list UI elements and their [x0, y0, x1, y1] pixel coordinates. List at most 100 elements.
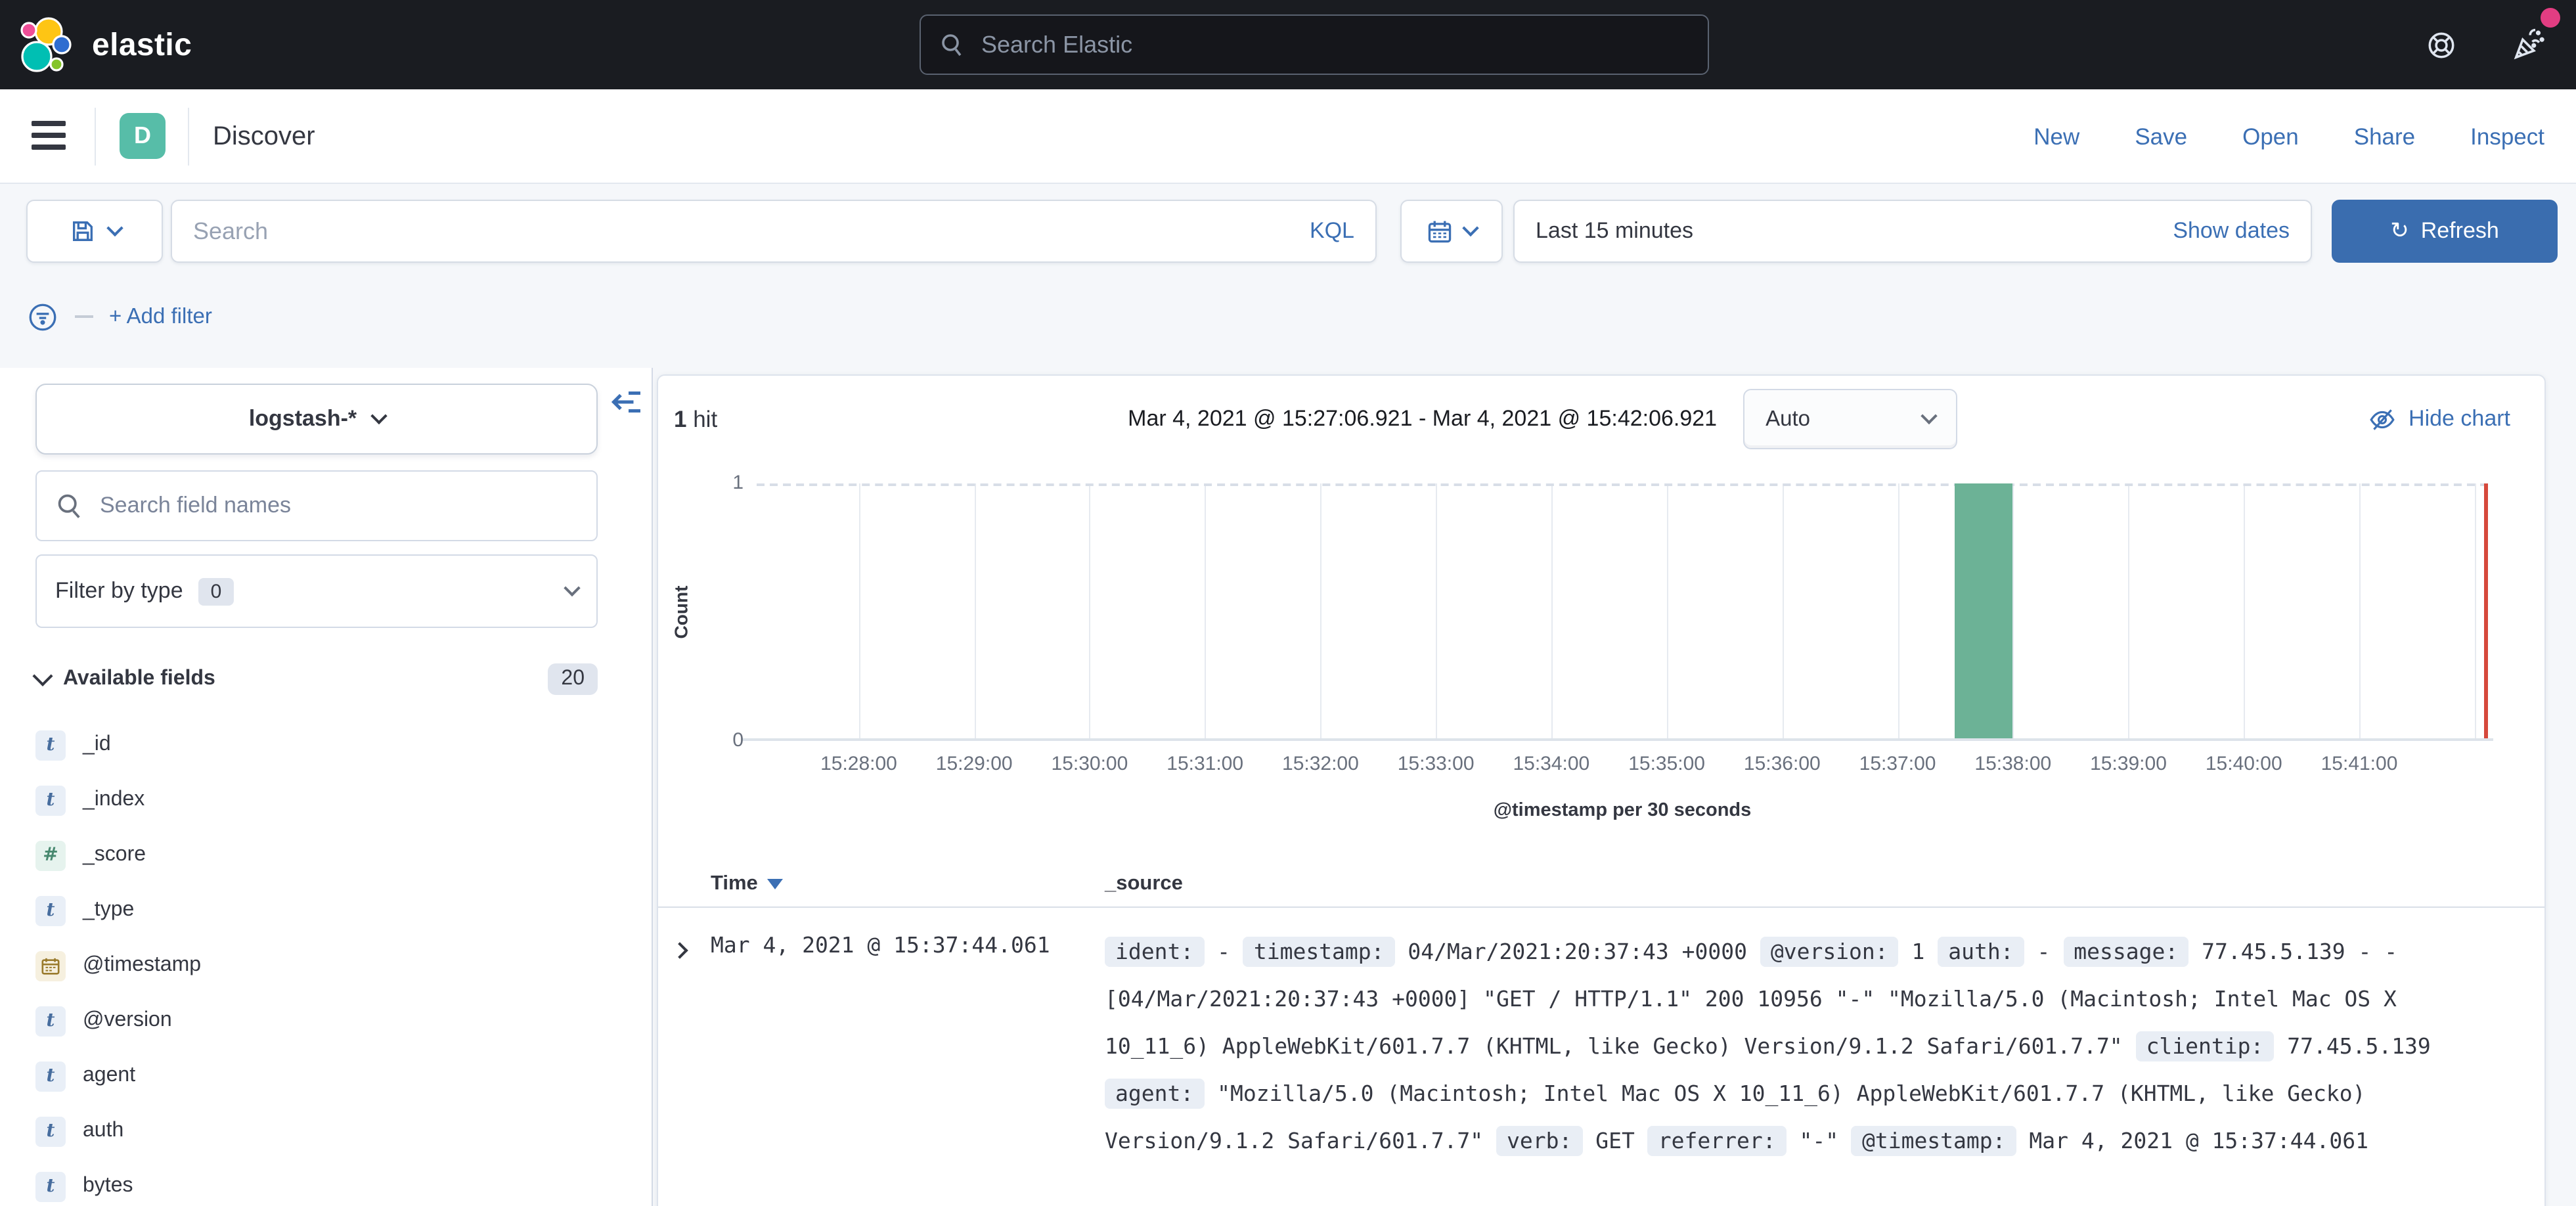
field-item-type[interactable]: t _type: [35, 883, 613, 938]
query-language-button[interactable]: KQL: [1310, 218, 1354, 244]
gridline: [2129, 483, 2130, 740]
current-time-marker: [2484, 483, 2488, 740]
help-icon[interactable]: [2425, 29, 2458, 62]
notification-dot: [2541, 8, 2560, 28]
field-item-auth[interactable]: t auth: [35, 1104, 613, 1159]
field-item-bytes[interactable]: t bytes: [35, 1159, 613, 1206]
query-input[interactable]: [193, 217, 1310, 245]
x-axis-tick: 15:32:00: [1282, 753, 1359, 775]
column-header-time[interactable]: Time: [711, 872, 1105, 895]
source-field-value: -: [2037, 939, 2051, 964]
saved-query-menu-button[interactable]: [26, 200, 163, 263]
sort-desc-icon: [767, 878, 783, 889]
x-axis-tick: 15:33:00: [1398, 753, 1475, 775]
nav-open-button[interactable]: Open: [2242, 123, 2299, 150]
menu-icon[interactable]: [32, 121, 66, 150]
x-axis-title: @timestamp per 30 seconds: [757, 800, 2488, 821]
histogram-bar[interactable]: [1955, 483, 2013, 740]
field-item-version[interactable]: t @version: [35, 993, 613, 1048]
logo-wordmark: elastic: [92, 28, 192, 64]
field-item-timestamp[interactable]: @timestamp: [35, 938, 613, 993]
field-search-input[interactable]: [100, 493, 578, 519]
time-range-value[interactable]: Last 15 minutes: [1536, 218, 2173, 244]
interval-select[interactable]: Auto: [1743, 389, 1957, 449]
calendar-icon: [35, 950, 66, 981]
available-fields-count-badge: 20: [548, 663, 598, 695]
source-field-value: GET: [1595, 1128, 1635, 1153]
source-field-value: 77.45.5.139: [2287, 1034, 2431, 1059]
histogram-chart[interactable]: 1 0 Count: [757, 483, 2488, 740]
chevron-right-icon: [671, 942, 688, 958]
page-title: Discover: [213, 122, 315, 152]
global-search-input[interactable]: [981, 31, 1689, 58]
available-fields-header[interactable]: Available fields 20: [35, 659, 598, 699]
x-axis-tick: 15:41:00: [2321, 753, 2398, 775]
source-field-badge: ident:: [1105, 937, 1204, 967]
source-field-badge: @timestamp:: [1852, 1126, 2016, 1156]
x-axis-tick: 15:37:00: [1859, 753, 1936, 775]
column-header-source: _source: [1105, 872, 1183, 895]
nav-new-button[interactable]: New: [2033, 123, 2079, 150]
field-item-index[interactable]: t _index: [35, 772, 613, 828]
source-field-value: Mar 4, 2021 @ 15:37:44.061: [2029, 1128, 2368, 1153]
field-list: t _id t _index # _score t _type: [35, 717, 613, 1206]
y-axis-label: Count: [654, 483, 707, 740]
add-filter-button[interactable]: + Add filter: [109, 304, 212, 329]
newsfeed-icon[interactable]: [2512, 26, 2547, 62]
save-icon: [69, 218, 95, 244]
string-type-icon: t: [35, 730, 66, 760]
eye-closed-icon: [2368, 405, 2395, 433]
refresh-icon: ↻: [2390, 218, 2409, 244]
filter-icon[interactable]: [26, 300, 59, 333]
index-pattern-selector[interactable]: logstash-*: [35, 384, 598, 455]
results-panel: 1 hit Mar 4, 2021 @ 15:27:06.921 - Mar 4…: [657, 374, 2546, 1206]
global-search-bar[interactable]: [920, 14, 1709, 75]
gridline: [2475, 483, 2476, 740]
string-type-icon: t: [35, 1171, 66, 1201]
string-type-icon: t: [35, 1061, 66, 1091]
gridline: [1898, 483, 1899, 740]
top-nav-menu: New Save Open Share Inspect: [2033, 89, 2544, 184]
date-picker-menu-button[interactable]: [1400, 200, 1503, 263]
string-type-icon: t: [35, 785, 66, 815]
source-field-value: "-": [1799, 1128, 1838, 1153]
gridline: [2359, 483, 2361, 740]
index-pattern-name: logstash-*: [249, 406, 357, 432]
refresh-button[interactable]: ↻ Refresh: [2332, 200, 2558, 263]
source-field-badge: @version:: [1760, 937, 1899, 967]
gridline: [974, 483, 975, 740]
hits-count: 1 hit: [674, 405, 717, 433]
chevron-down-icon: [1921, 407, 1937, 424]
field-search-box[interactable]: [35, 470, 598, 541]
chevron-down-icon: [32, 665, 53, 686]
time-range-control[interactable]: Last 15 minutes Show dates: [1513, 200, 2312, 263]
field-item-agent[interactable]: t agent: [35, 1048, 613, 1104]
chevron-down-icon: [106, 219, 122, 236]
expand-row-button[interactable]: [674, 929, 711, 1165]
gridline: [858, 483, 860, 740]
source-field-badge: message:: [2063, 937, 2188, 967]
source-field-badge: verb:: [1496, 1126, 1582, 1156]
field-item-score[interactable]: # _score: [35, 828, 613, 883]
x-axis-tick: 15:28:00: [820, 753, 897, 775]
string-type-icon: t: [35, 1116, 66, 1146]
source-field-value: 04/Mar/2021:20:37:43 +0000: [1408, 939, 1747, 964]
row-time-cell: Mar 4, 2021 @ 15:37:44.061: [711, 929, 1105, 1165]
filter-by-type-dropdown[interactable]: Filter by type 0: [35, 554, 598, 628]
discover-app-badge[interactable]: D: [120, 113, 166, 159]
gridline: [1436, 483, 1437, 740]
x-axis-tick: 15:29:00: [936, 753, 1013, 775]
divider: [75, 315, 93, 318]
hide-chart-button[interactable]: Hide chart: [2368, 405, 2510, 433]
y-axis-tick: 1: [712, 472, 744, 494]
query-input-wrapper[interactable]: KQL: [171, 200, 1377, 263]
field-item-id[interactable]: t _id: [35, 717, 613, 772]
nav-save-button[interactable]: Save: [2135, 123, 2187, 150]
nav-share-button[interactable]: Share: [2354, 123, 2415, 150]
nav-inspect-button[interactable]: Inspect: [2470, 123, 2544, 150]
elastic-logo[interactable]: elastic: [18, 16, 192, 76]
app-navbar: D Discover New Save Open Share Inspect: [0, 89, 2576, 184]
search-icon: [55, 491, 84, 520]
collapse-sidebar-icon[interactable]: [611, 386, 642, 418]
show-dates-button[interactable]: Show dates: [2173, 218, 2290, 244]
